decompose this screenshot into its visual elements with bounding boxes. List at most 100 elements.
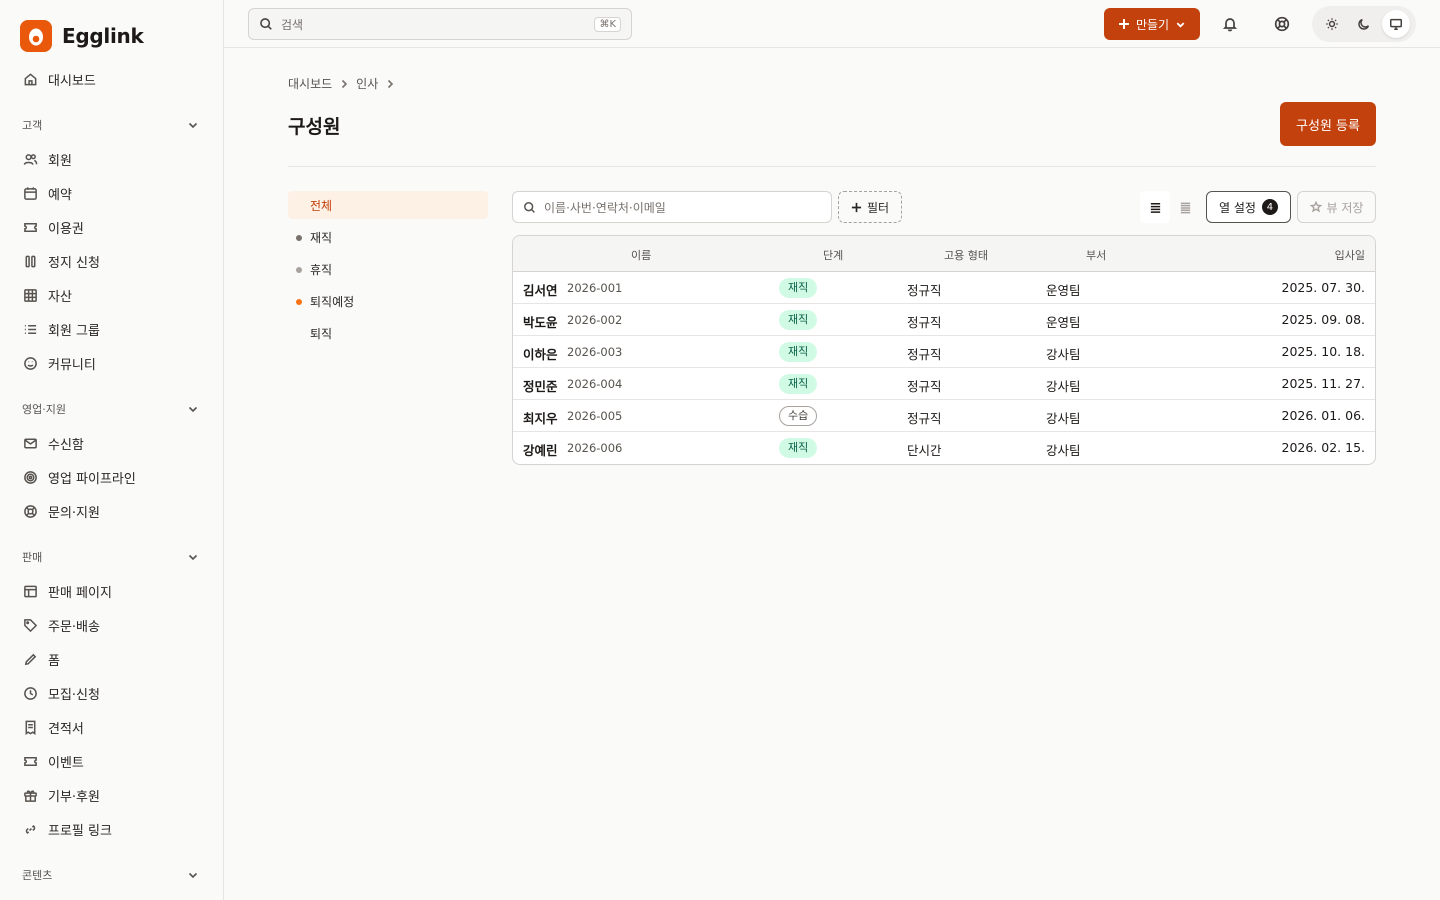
global-search-placeholder: 검색: [281, 17, 304, 32]
breadcrumb-dashboard[interactable]: 대시보드: [288, 75, 332, 92]
tag-icon: [22, 617, 38, 633]
status-filter-label: 휴직: [310, 262, 333, 277]
filter-button-label: 필터: [866, 200, 890, 215]
status-dot: [296, 235, 302, 241]
table-row[interactable]: 이하은 2026-003 재직 정규직 강사팀 2025. 10. 18.: [513, 336, 1375, 368]
sidebar-item-s0-0[interactable]: 회원: [0, 142, 223, 176]
sidebar-item-s2-6[interactable]: 기부·후원: [0, 778, 223, 812]
sidebar-item-label: 커뮤니티: [48, 357, 96, 373]
theme-system-button[interactable]: [1382, 10, 1410, 38]
sidebar-section-header[interactable]: 고객: [0, 108, 223, 142]
status-filter-item[interactable]: 퇴직예정: [288, 287, 488, 315]
status-filter-label: 재직: [310, 230, 333, 245]
sidebar-item-s2-2[interactable]: 폼: [0, 642, 223, 676]
sidebar-item-s2-5[interactable]: 이벤트: [0, 744, 223, 778]
stage-cell: 재직: [779, 278, 818, 298]
sidebar-section-header[interactable]: 영업·지원: [0, 392, 223, 426]
notifications-button[interactable]: [1218, 12, 1242, 36]
sidebar-item-s2-3[interactable]: 모집·신청: [0, 676, 223, 710]
table-row[interactable]: 박도윤 2026-002 재직 정규직 운영팀 2025. 09. 08.: [513, 304, 1375, 336]
brand[interactable]: Egglink: [20, 16, 223, 56]
moon-icon: [1358, 18, 1370, 30]
table-header: 이름 단계 고용 형태 부서 입사일: [513, 236, 1375, 272]
sidebar-item-s2-0[interactable]: 판매 페이지: [0, 574, 223, 608]
header-employment[interactable]: 고용 형태: [944, 247, 988, 263]
users-icon: [22, 151, 38, 167]
member-name[interactable]: 이하은: [523, 344, 558, 363]
sidebar-item-label: 자산: [48, 289, 72, 305]
sidebar-item-s1-1[interactable]: 영업 파이프라인: [0, 460, 223, 494]
sidebar-item-s2-7[interactable]: 프로필 링크: [0, 812, 223, 846]
chevron-down-icon: [188, 122, 198, 129]
sidebar-item-s0-4[interactable]: 자산: [0, 278, 223, 312]
join-date: 2025. 10. 18.: [1281, 344, 1366, 359]
sidebar-item-s2-1[interactable]: 주문·배송: [0, 608, 223, 642]
sidebar-item-s0-2[interactable]: 이용권: [0, 210, 223, 244]
header-stage[interactable]: 단계: [823, 247, 843, 263]
status-filter-item[interactable]: 휴직: [288, 255, 488, 283]
register-member-button[interactable]: 구성원 등록: [1280, 102, 1376, 146]
sidebar-item-s0-6[interactable]: 커뮤니티: [0, 346, 223, 380]
help-button[interactable]: [1270, 12, 1294, 36]
sidebar-item-label: 판매 페이지: [48, 585, 112, 601]
stage-badge: 수습: [779, 406, 818, 426]
table-row[interactable]: 최지우 2026-005 수습 정규직 강사팀 2026. 01. 06.: [513, 400, 1375, 432]
sidebar-item-s2-4[interactable]: 견적서: [0, 710, 223, 744]
pencil-icon: [22, 651, 38, 667]
sidebar-item-s0-3[interactable]: 정지 신청: [0, 244, 223, 278]
compact-list-icon: [1180, 202, 1190, 213]
sidebar-section-header[interactable]: 콘텐츠: [0, 858, 223, 892]
member-name[interactable]: 최지우: [523, 408, 558, 427]
join-date: 2025. 09. 08.: [1281, 312, 1366, 327]
status-filter-item[interactable]: 재직: [288, 223, 488, 251]
chevron-right-icon: [388, 79, 394, 88]
sidebar-item-s0-5[interactable]: 회원 그룹: [0, 312, 223, 346]
sidebar-item-s0-1[interactable]: 예약: [0, 176, 223, 210]
status-filter-item[interactable]: 전체: [288, 191, 488, 219]
sidebar-section-header[interactable]: 판매: [0, 540, 223, 574]
member-name[interactable]: 정민준: [523, 376, 558, 395]
sidebar-item-label: 예약: [48, 187, 72, 203]
join-date: 2025. 07. 30.: [1281, 280, 1366, 295]
breadcrumb-hr[interactable]: 인사: [356, 75, 378, 92]
link-icon: [22, 821, 38, 837]
theme-light-button[interactable]: [1318, 10, 1346, 38]
member-search-input[interactable]: 이름·사번·연락처·이메일: [512, 191, 832, 223]
employment-type: 정규직: [907, 411, 942, 426]
sidebar-item-s1-0[interactable]: 수신함: [0, 426, 223, 460]
header-name[interactable]: 이름: [631, 247, 651, 263]
member-name[interactable]: 강예린: [523, 440, 558, 459]
view-list-button[interactable]: [1140, 191, 1170, 223]
status-filter-item[interactable]: 퇴직: [288, 319, 488, 347]
stage-cell: 재직: [779, 342, 818, 362]
column-settings-button[interactable]: 열 설정 4: [1206, 191, 1291, 223]
department: 강사팀: [1046, 443, 1081, 458]
employment-type: 정규직: [907, 379, 942, 394]
sidebar-section-title: 고객: [22, 119, 43, 132]
sun-icon: [1326, 18, 1338, 30]
sidebar-item-s1-2[interactable]: 문의·지원: [0, 494, 223, 528]
table-row[interactable]: 강예린 2026-006 재직 단시간 강사팀 2026. 02. 15.: [513, 432, 1375, 464]
member-name[interactable]: 박도윤: [523, 312, 558, 331]
table-row[interactable]: 김서연 2026-001 재직 정규직 운영팀 2025. 07. 30.: [513, 272, 1375, 304]
create-button[interactable]: 만들기: [1104, 8, 1200, 40]
global-search-input[interactable]: 검색 ⌘K: [248, 8, 632, 40]
member-id: 2026-006: [567, 441, 623, 455]
member-name[interactable]: 김서연: [523, 280, 558, 299]
theme-dark-button[interactable]: [1350, 10, 1378, 38]
list-icon: [1150, 202, 1160, 213]
sidebar-item-label: 이벤트: [48, 755, 84, 771]
monitor-icon: [1390, 18, 1402, 30]
sidebar-item-label: 이용권: [48, 221, 84, 237]
sidebar-item-dashboard[interactable]: 대시보드: [0, 62, 223, 96]
header-joined[interactable]: 입사일: [1335, 247, 1365, 263]
table-row[interactable]: 정민준 2026-004 재직 정규직 강사팀 2025. 11. 27.: [513, 368, 1375, 400]
header-dept[interactable]: 부서: [1086, 247, 1106, 263]
department: 운영팀: [1046, 283, 1081, 298]
clock-icon: [22, 685, 38, 701]
member-id: 2026-002: [567, 313, 623, 327]
theme-switcher: [1312, 6, 1416, 42]
save-view-button[interactable]: 뷰 저장: [1297, 191, 1376, 223]
filter-button[interactable]: 필터: [838, 191, 902, 223]
view-compact-button[interactable]: [1170, 191, 1200, 223]
